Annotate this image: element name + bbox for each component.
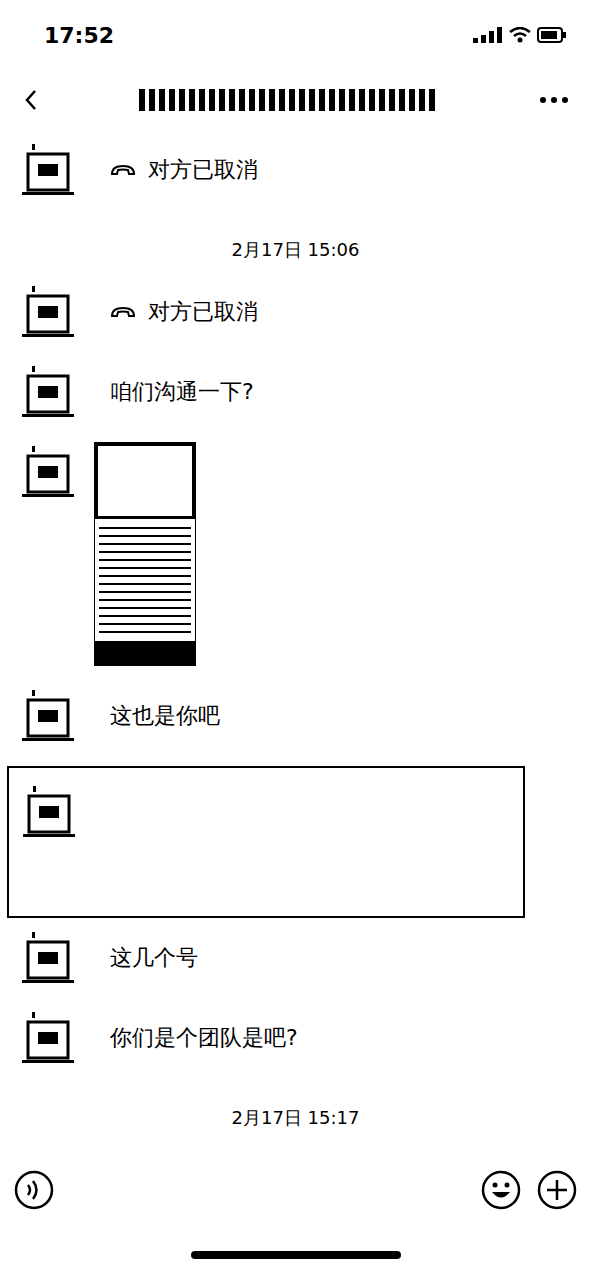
message-text: 对方已取消 <box>148 298 258 327</box>
nav-bar <box>0 70 591 130</box>
message-row <box>0 442 591 666</box>
back-icon[interactable] <box>24 88 38 112</box>
message-text: 这也是你吧 <box>110 702 220 731</box>
message-bubble[interactable]: 这几个号 <box>96 928 212 988</box>
message-list: 对方已取消 2月17日 15:06 对方已取消咱们沟通一下? 这也是你吧这几个号你们是… <box>0 130 591 1150</box>
message-text: 这几个号 <box>110 944 198 973</box>
message-row: 这几个号 <box>0 928 591 988</box>
avatar-icon[interactable] <box>18 442 78 502</box>
avatar-icon[interactable] <box>18 928 78 988</box>
avatar-icon[interactable] <box>18 140 78 200</box>
avatar-icon[interactable] <box>18 362 78 422</box>
status-time: 17:52 <box>44 23 114 48</box>
avatar-icon[interactable] <box>18 686 78 746</box>
plus-icon[interactable] <box>537 1170 577 1210</box>
message-row: 你们是个团队是吧? <box>0 1008 591 1068</box>
message-text: 咱们沟通一下? <box>110 378 254 407</box>
message-bubble[interactable]: 对方已取消 <box>96 140 272 200</box>
image-body <box>99 527 191 633</box>
battery-icon <box>537 27 567 43</box>
message-text: 你们是个团队是吧? <box>110 1024 298 1053</box>
message-row: 对方已取消 <box>0 282 591 342</box>
phone-hangup-icon <box>110 163 136 177</box>
message-row: 这也是你吧 <box>0 686 591 746</box>
message-text: 对方已取消 <box>148 156 258 185</box>
signal-icon <box>473 27 503 43</box>
image-header <box>95 443 195 519</box>
home-indicator <box>191 1251 401 1259</box>
image-message[interactable] <box>94 442 196 666</box>
home-indicator-area <box>0 1230 591 1280</box>
message-input[interactable] <box>70 1170 465 1210</box>
redacted-message <box>7 766 525 918</box>
input-bar <box>0 1150 591 1230</box>
message-bubble[interactable]: 这也是你吧 <box>96 686 234 746</box>
emoji-icon[interactable] <box>481 1170 521 1210</box>
image-footer <box>95 641 195 665</box>
more-icon[interactable] <box>539 96 569 104</box>
status-bar: 17:52 <box>0 0 591 70</box>
message-bubble[interactable]: 对方已取消 <box>96 282 272 342</box>
message-row: 咱们沟通一下? <box>0 362 591 422</box>
voice-icon[interactable] <box>14 1170 54 1210</box>
timestamp: 2月17日 15:06 <box>0 220 591 282</box>
message-bubble[interactable]: 你们是个团队是吧? <box>96 1008 312 1068</box>
chat-screen: 17:52 对方已取消 2月17日 15:06 对方已取消咱们沟通一下? 这也是你吧这几… <box>0 0 591 1280</box>
avatar-icon[interactable] <box>19 782 79 842</box>
avatar-icon[interactable] <box>18 1008 78 1068</box>
chat-title-redacted <box>139 89 439 111</box>
wifi-icon <box>509 27 531 43</box>
message-row: 对方已取消 <box>0 140 591 200</box>
phone-hangup-icon <box>110 305 136 319</box>
avatar-icon[interactable] <box>18 282 78 342</box>
message-bubble[interactable]: 咱们沟通一下? <box>96 362 268 422</box>
status-icons <box>473 27 567 43</box>
timestamp: 2月17日 15:17 <box>0 1088 591 1150</box>
